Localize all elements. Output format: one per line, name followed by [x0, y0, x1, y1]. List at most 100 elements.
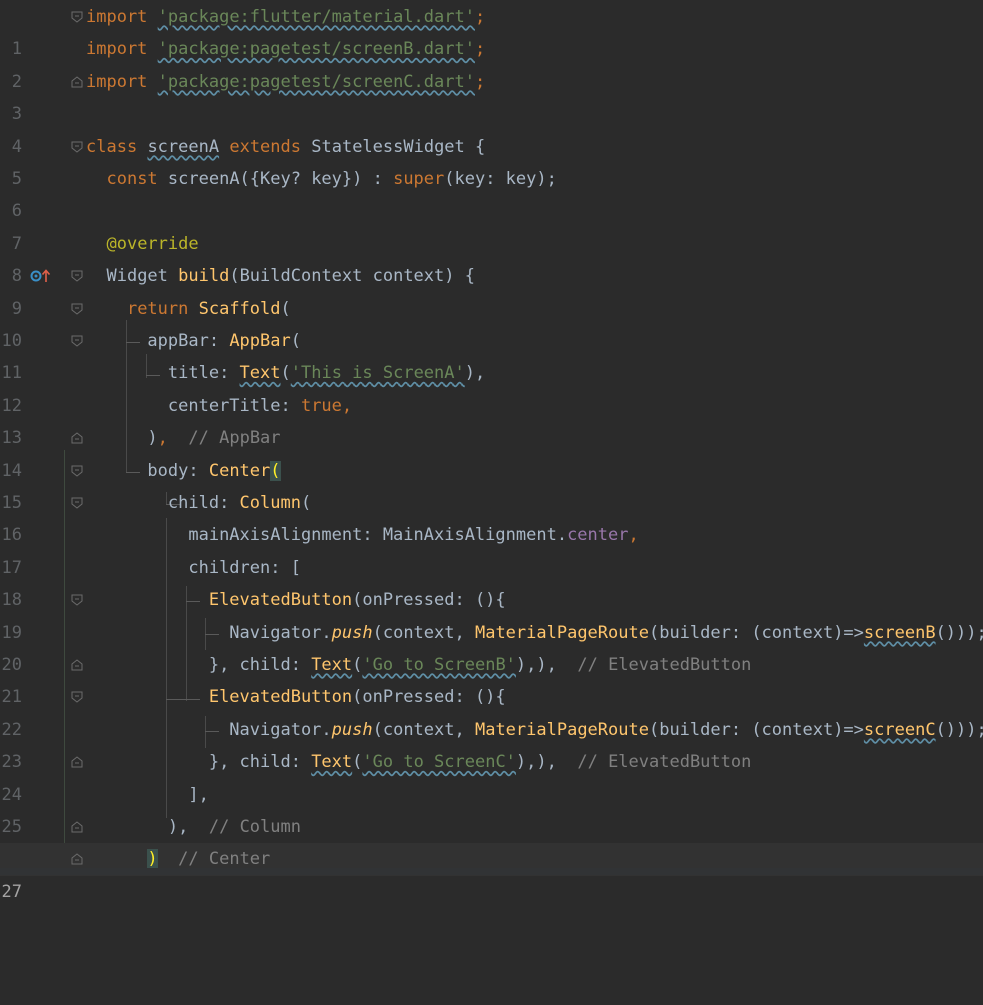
code-line[interactable]: 26 ), // Column: [0, 811, 983, 869]
punctuation: ),),: [515, 752, 557, 773]
fold-start-icon[interactable]: [70, 302, 84, 316]
punctuation: ),: [464, 363, 486, 384]
punctuation: ,: [341, 395, 353, 416]
code-editor[interactable]: 1 import 'package:flutter/material.dart'…: [0, 0, 983, 902]
named-param: body:: [147, 460, 209, 481]
fold-end-icon[interactable]: [70, 820, 84, 834]
widget-name: MaterialPageRoute: [474, 622, 649, 643]
widget-name: Text: [311, 655, 353, 675]
class-name: Navigator.: [229, 719, 332, 740]
fold-start-icon[interactable]: [70, 464, 84, 478]
code-line[interactable]: 18 children: [: [0, 552, 983, 610]
code-line[interactable]: 17 mainAxisAlignment: MainAxisAlignment.…: [0, 519, 983, 577]
widget-name: ElevatedButton: [208, 687, 353, 708]
code-line[interactable]: 7: [0, 195, 983, 254]
widget-name: AppBar: [229, 331, 291, 351]
code-line[interactable]: 15 body: Center(: [0, 455, 983, 513]
punctuation: (: [300, 493, 312, 513]
args: (builder: (context)=>: [648, 622, 864, 643]
fold-start-icon[interactable]: [70, 496, 84, 510]
string-literal: 'package:pagetest/screenC.dart': [157, 71, 475, 92]
widget-name: Scaffold: [198, 298, 281, 319]
code-line[interactable]: 1 import 'package:flutter/material.dart'…: [0, 1, 983, 59]
punctuation: ),: [167, 817, 189, 837]
code-line[interactable]: 8 @override: [0, 228, 983, 286]
code-line[interactable]: 23 Navigator.push(context, MaterialPageR…: [0, 714, 983, 772]
keyword: import: [86, 7, 148, 27]
punctuation: (: [280, 363, 291, 384]
code-line[interactable]: 20 Navigator.push(context, MaterialPageR…: [0, 617, 983, 675]
fold-start-icon[interactable]: [70, 334, 84, 348]
named-param: title:: [167, 363, 240, 384]
comment: // ElevatedButton: [577, 752, 752, 773]
string-literal: 'Go to ScreenB': [362, 655, 516, 675]
semicolon: ;: [474, 39, 486, 60]
code-line[interactable]: 10 return Scaffold(: [0, 293, 983, 351]
code-line[interactable]: 25 ],: [0, 779, 983, 837]
punctuation: }, child:: [208, 752, 312, 773]
punctuation: (: [352, 655, 363, 675]
widget-name: Column: [239, 493, 301, 513]
fold-start-icon[interactable]: [70, 269, 84, 283]
widget-name: Text: [311, 752, 353, 773]
named-param: centerTitle:: [167, 395, 301, 416]
semicolon: ;: [474, 71, 486, 92]
widget-name: Center: [208, 460, 271, 481]
string-literal: 'Go to ScreenC': [362, 752, 516, 773]
punctuation: ),),: [515, 655, 557, 675]
fold-end-icon[interactable]: [70, 658, 84, 672]
code-line[interactable]: 2 import 'package:pagetest/screenB.dart'…: [0, 33, 983, 91]
widget-name: MaterialPageRoute: [474, 719, 649, 740]
matched-bracket: ): [147, 849, 158, 870]
code-line[interactable]: 9 Widget build(BuildContext context) {: [0, 260, 983, 318]
keyword: super: [393, 169, 445, 189]
fold-end-icon[interactable]: [70, 75, 84, 89]
keyword: import: [86, 39, 148, 60]
punctuation: }, child:: [208, 655, 312, 675]
widget-name: screenC: [863, 719, 936, 740]
constructor: screenA({Key? key}) :: [157, 169, 394, 189]
string-literal: 'This is ScreenA': [290, 363, 465, 384]
fold-start-icon[interactable]: [70, 140, 84, 154]
code-line[interactable]: 12 title: Text('This is ScreenA'),: [0, 357, 983, 415]
named-param: appBar:: [147, 331, 230, 351]
punctuation: ],: [188, 784, 209, 805]
callback: (onPressed: (){: [352, 687, 506, 708]
method-name: push: [331, 622, 373, 643]
code-line[interactable]: 14 ), // AppBar: [0, 422, 983, 480]
args: (context,: [372, 622, 475, 643]
code-line[interactable]: 19 ElevatedButton(onPressed: (){: [0, 584, 983, 642]
punctuation: (: [290, 331, 301, 351]
code-line[interactable]: 6 const screenA({Key? key}) : super(key:…: [0, 163, 983, 221]
code-line[interactable]: 21 }, child: Text('Go to ScreenB'),), //…: [0, 649, 983, 707]
widget-name: ElevatedButton: [208, 590, 353, 611]
fold-end-icon[interactable]: [70, 852, 84, 866]
code-line[interactable]: 4: [0, 98, 983, 157]
comment: // ElevatedButton: [577, 655, 752, 675]
code-line[interactable]: 3 import 'package:pagetest/screenC.dart'…: [0, 66, 983, 124]
punctuation: ,: [157, 428, 168, 449]
fold-start-icon[interactable]: [70, 10, 84, 24]
string-literal: 'package:pagetest/screenB.dart': [157, 39, 475, 60]
widget-name: Text: [239, 363, 281, 384]
keyword: extends: [229, 136, 301, 157]
override-up-arrow-icon[interactable]: [30, 267, 52, 285]
fold-end-icon[interactable]: [70, 431, 84, 445]
code-line[interactable]: 24 }, child: Text('Go to ScreenC'),), //…: [0, 746, 983, 804]
code-line[interactable]: 11 appBar: AppBar(: [0, 325, 983, 383]
string-literal: 'package:flutter/material.dart': [157, 7, 475, 27]
code-line[interactable]: 16 child: Column(: [0, 487, 983, 545]
fold-start-icon[interactable]: [70, 593, 84, 607]
code-line[interactable]: 5 class screenA extends StatelessWidget …: [0, 131, 983, 189]
method-name: build: [178, 266, 230, 287]
keyword: const: [106, 169, 158, 189]
code-line[interactable]: 22 ElevatedButton(onPressed: (){: [0, 681, 983, 739]
comment: // AppBar: [188, 428, 281, 449]
callback: (onPressed: (){: [352, 590, 506, 611]
code-line[interactable]: 13 centerTitle: true,: [0, 390, 983, 448]
fold-start-icon[interactable]: [70, 690, 84, 704]
keyword: import: [86, 71, 148, 92]
fold-end-icon[interactable]: [70, 755, 84, 769]
matched-bracket: (: [270, 460, 281, 481]
punctuation: ()));: [935, 622, 983, 643]
